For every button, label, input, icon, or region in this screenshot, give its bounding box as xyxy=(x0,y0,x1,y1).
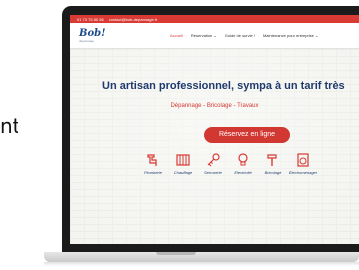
laptop-notch xyxy=(156,252,196,255)
reserve-online-button[interactable]: Réservez en ligne xyxy=(204,127,290,143)
laptop-base xyxy=(44,252,359,262)
service-serrurerie[interactable]: Serrurerie xyxy=(198,152,228,175)
service-electricite[interactable]: Electricité xyxy=(228,152,258,175)
email-address[interactable]: contact@bob-depannage.fr xyxy=(109,17,158,22)
faucet-icon xyxy=(147,154,157,166)
main-navbar: Bob! depannage Accueil Réservation ⌄ Gui… xyxy=(70,23,359,49)
radiator-icon xyxy=(176,154,190,166)
services-row: Plomberie Chauffage Serrurerie Electrici… xyxy=(70,152,359,192)
service-bricolage[interactable]: Bricolage xyxy=(258,152,288,175)
hammer-icon xyxy=(267,154,277,166)
hero-headline: Un artisan professionnel, sympa à un tar… xyxy=(102,80,345,92)
service-electromenager[interactable]: Électroménager xyxy=(288,152,318,175)
service-chauffage[interactable]: Chauffage xyxy=(168,152,198,175)
service-plomberie[interactable]: Plomberie xyxy=(138,152,168,175)
phone-number[interactable]: 01 73 75 80 56 xyxy=(77,17,104,22)
service-label: Electricité xyxy=(234,170,252,175)
nav-item-reservation[interactable]: Réservation ⌄ xyxy=(191,33,217,38)
hero-brick-overlay xyxy=(70,49,359,244)
nav-item-accueil[interactable]: Accueil xyxy=(170,33,183,38)
service-label: Serrurerie xyxy=(204,170,222,175)
service-label: Électroménager xyxy=(288,170,318,175)
key-icon xyxy=(207,153,220,167)
hero-section xyxy=(70,49,359,244)
hero-tagline: Dépannage - Bricolage - Travaux xyxy=(170,103,259,109)
service-label: Plomberie xyxy=(143,170,162,175)
nav-menu: Accueil Réservation ⌄ Guide de survie ! … xyxy=(170,33,318,38)
side-caption-text: nt xyxy=(0,114,18,138)
brand-logo[interactable]: Bob! xyxy=(79,28,106,39)
contact-topbar: 01 73 75 80 56 contact@bob-depannage.fr xyxy=(70,15,359,23)
brand-logo-subtitle: depannage xyxy=(79,39,95,43)
nav-item-guide[interactable]: Guide de survie ! xyxy=(225,33,255,38)
nav-item-maintenance[interactable]: Maintenance pour entreprise ⌄ xyxy=(263,33,318,38)
service-label: Bricolage xyxy=(264,170,282,175)
appliance-icon xyxy=(297,153,309,167)
service-label: Chauffage xyxy=(173,170,193,175)
laptop-shadow xyxy=(44,262,359,266)
lightbulb-icon xyxy=(238,153,248,166)
